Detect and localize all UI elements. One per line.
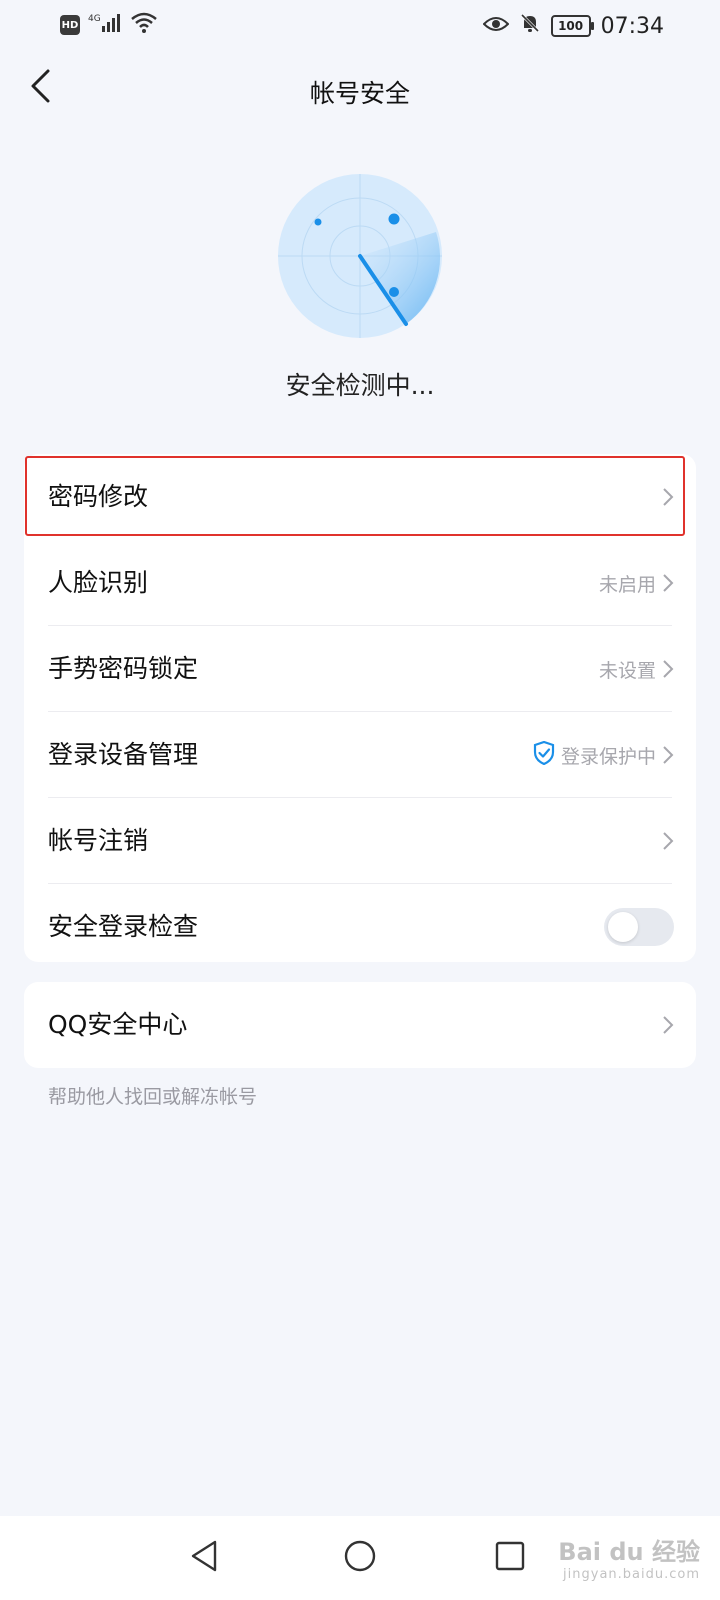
chevron-right-icon [662,487,674,507]
radar-graphic [278,174,442,338]
chevron-right-icon [662,831,674,851]
circle-home-icon [343,1539,377,1577]
row-right: 登录保护中 [533,712,674,798]
qq-security-helper-text: 帮助他人找回或解冻帐号 [48,1086,258,1108]
triangle-back-icon [188,1539,220,1577]
row-right [604,884,674,970]
nav-back-button[interactable] [182,1536,226,1580]
status-time: 07:34 [600,13,664,39]
face-recognition-row[interactable]: 人脸识别 未启用 [24,540,696,626]
svg-text:4G: 4G [88,14,101,24]
qq-security-card: QQ安全中心 [24,982,696,1068]
row-value: 未设置 [598,659,656,682]
security-radar [276,172,444,340]
system-nav-bar: Bai du 经验 jingyan.baidu.com [0,1516,720,1600]
watermark-sub: jingyan.baidu.com [563,1567,700,1582]
scan-status-text: 安全检测中... [285,371,435,400]
row-right: 未设置 [599,626,674,712]
row-label: 登录设备管理 [48,740,199,769]
device-management-row[interactable]: 登录设备管理 登录保护中 [24,712,696,798]
row-label: 密码修改 [48,482,149,511]
row-label: 手势密码锁定 [48,654,199,683]
watermark-text: Bai du 经验 [558,1538,700,1566]
shield-check-icon [533,740,555,770]
status-right: 100 07:34 [482,12,664,40]
chevron-right-icon [662,745,674,765]
status-left: HD 4G [60,12,158,38]
account-cancel-row[interactable]: 帐号注销 [24,798,696,884]
square-recents-icon [494,1540,526,1576]
nav-home-button[interactable] [338,1536,382,1580]
gesture-lock-row[interactable]: 手势密码锁定 未设置 [24,626,696,712]
hd-badge: HD [60,15,80,35]
password-change-row[interactable]: 密码修改 [24,454,696,540]
eye-icon [482,14,510,39]
bell-off-icon [519,12,541,40]
row-label: 人脸识别 [48,568,149,597]
battery-indicator: 100 [550,15,594,37]
qq-security-center-row[interactable]: QQ安全中心 [24,982,696,1068]
row-right: 未启用 [599,540,674,626]
row-right [662,982,674,1068]
chevron-right-icon [662,659,674,679]
chevron-right-icon [662,573,674,593]
safe-login-toggle[interactable] [604,908,674,946]
row-label: 安全登录检查 [48,912,199,941]
chevron-right-icon [662,1015,674,1035]
status-bar: HD 4G 100 07:34 [0,0,720,52]
safe-login-check-row: 安全登录检查 [24,884,696,970]
toggle-knob [608,912,638,942]
security-settings-card: 密码修改 人脸识别 未启用 手势密码锁定 未设置 登录设备管理 登录保护中 帐号… [24,454,696,962]
baidu-watermark: Bai du 经验 jingyan.baidu.com [558,1532,700,1582]
page-title: 帐号安全 [309,79,410,108]
nav-bar: 帐号安全 [0,52,720,128]
row-right [662,798,674,884]
row-label: 帐号注销 [48,826,149,855]
row-value: 未启用 [598,573,656,596]
row-label: QQ安全中心 [48,1010,188,1039]
signal-icon: 4G [88,12,122,38]
wifi-icon [130,12,158,38]
nav-recents-button[interactable] [488,1536,532,1580]
row-right [662,454,674,540]
row-value: 登录保护中 [560,745,656,768]
